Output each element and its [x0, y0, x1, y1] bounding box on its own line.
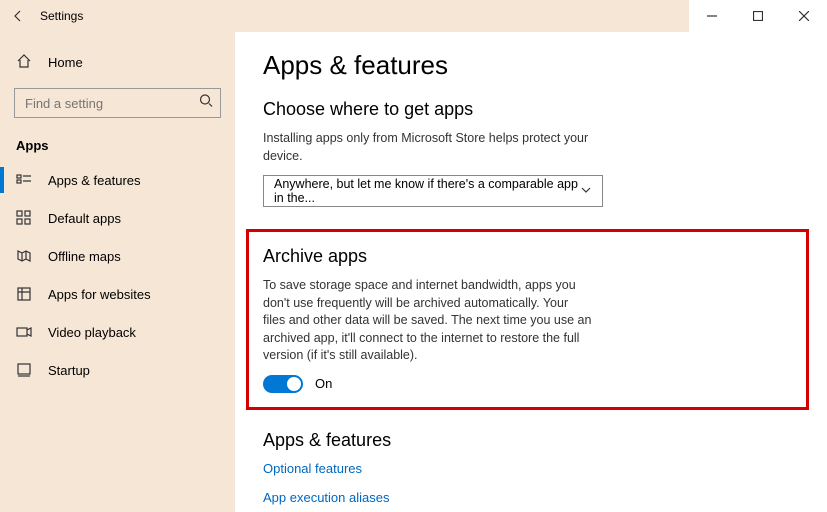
optional-features-link[interactable]: Optional features [263, 461, 799, 476]
sidebar-item-offline-maps[interactable]: Offline maps [0, 237, 235, 275]
search-input[interactable] [14, 88, 221, 118]
window-title: Settings [36, 9, 83, 23]
back-button[interactable] [0, 0, 36, 32]
sidebar-item-apps-for-websites[interactable]: Apps for websites [0, 275, 235, 313]
sidebar-item-label: Offline maps [48, 249, 121, 264]
sidebar-item-startup[interactable]: Startup [0, 351, 235, 389]
sidebar-item-label: Apps for websites [48, 287, 151, 302]
archive-highlight-box: Archive apps To save storage space and i… [246, 229, 809, 410]
sidebar-item-label: Startup [48, 363, 90, 378]
video-icon [16, 324, 32, 340]
apps-source-dropdown[interactable]: Anywhere, but let me know if there's a c… [263, 175, 603, 207]
search-icon [199, 94, 213, 113]
sidebar-home[interactable]: Home [0, 44, 235, 80]
apps-features-icon [16, 172, 32, 188]
archive-toggle-label: On [315, 376, 332, 391]
section-archive-desc: To save storage space and internet bandw… [263, 277, 593, 365]
archive-toggle[interactable] [263, 375, 303, 393]
sidebar-item-label: Default apps [48, 211, 121, 226]
sidebar-item-label: Video playback [48, 325, 136, 340]
sidebar-group-label: Apps [0, 126, 235, 161]
sidebar-item-default-apps[interactable]: Default apps [0, 199, 235, 237]
section-choose-heading: Choose where to get apps [263, 99, 799, 120]
content-area: Apps & features Choose where to get apps… [235, 32, 827, 512]
titlebar: Settings [0, 0, 827, 32]
sidebar-home-label: Home [48, 55, 83, 70]
apps-websites-icon [16, 286, 32, 302]
sidebar-item-video-playback[interactable]: Video playback [0, 313, 235, 351]
maximize-button[interactable] [735, 0, 781, 32]
default-apps-icon [16, 210, 32, 226]
home-icon [16, 53, 32, 72]
sidebar-item-label: Apps & features [48, 173, 141, 188]
section-apps-heading: Apps & features [263, 430, 799, 451]
sidebar: Home Apps Apps & features Default apps O… [0, 32, 235, 512]
section-archive-heading: Archive apps [263, 246, 792, 267]
chevron-down-icon [580, 184, 592, 199]
page-title: Apps & features [263, 50, 799, 81]
offline-maps-icon [16, 248, 32, 264]
dropdown-value: Anywhere, but let me know if there's a c… [274, 177, 580, 205]
section-choose-desc: Installing apps only from Microsoft Stor… [263, 130, 623, 165]
app-execution-aliases-link[interactable]: App execution aliases [263, 490, 799, 505]
startup-icon [16, 362, 32, 378]
minimize-button[interactable] [689, 0, 735, 32]
sidebar-item-apps-features[interactable]: Apps & features [0, 161, 235, 199]
close-button[interactable] [781, 0, 827, 32]
